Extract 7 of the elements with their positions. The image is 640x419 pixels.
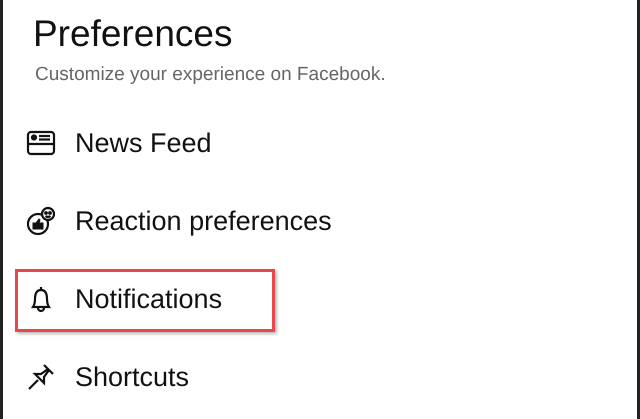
menu-item[interactable]: News Feed (75, 128, 212, 158)
page-title: Preferences (33, 12, 234, 56)
menu-item[interactable]: Shortcuts (75, 362, 190, 392)
thumbs-up-smiley-icon (25, 205, 57, 237)
menu-item[interactable]: Notifications (75, 284, 222, 314)
menu-item[interactable]: Reaction preferences (75, 206, 332, 236)
page-subtitle: Customize your experience on Facebook. (35, 64, 387, 86)
